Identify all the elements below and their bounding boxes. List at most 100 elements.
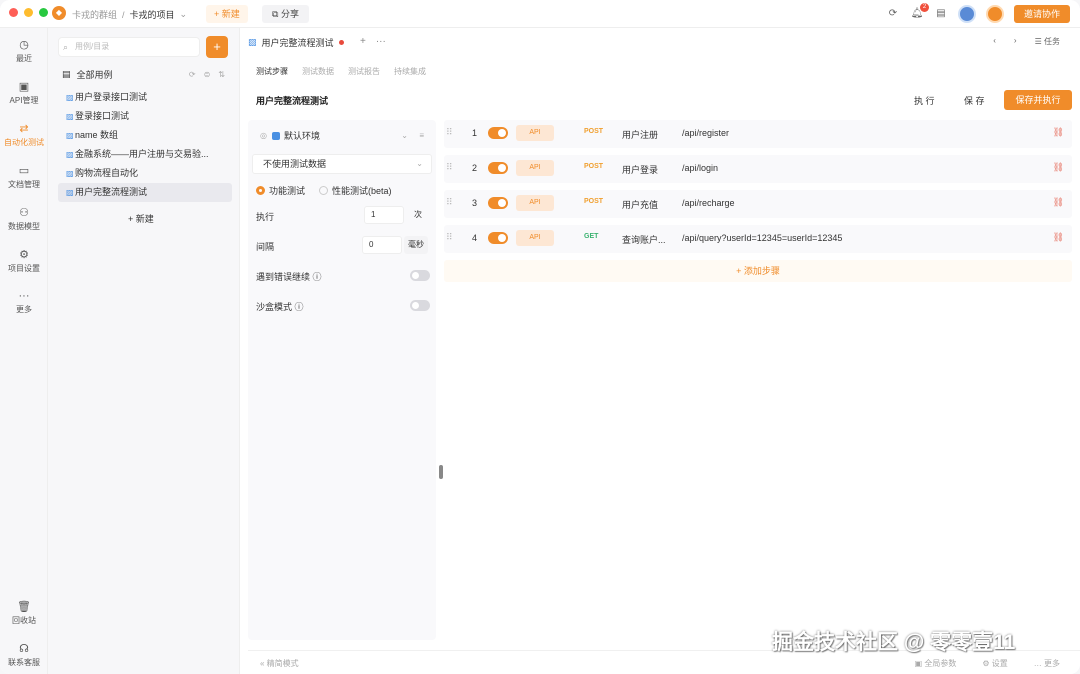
tree-root[interactable]: ▤ 全部用例 xyxy=(62,68,113,81)
exec-count-input[interactable]: 1 xyxy=(364,206,404,224)
rail-item-more[interactable]: ··· 更多 xyxy=(0,290,48,315)
continue-on-error-toggle[interactable] xyxy=(410,270,430,281)
add-case-button[interactable]: + xyxy=(206,36,228,58)
interval-input[interactable]: 0 xyxy=(362,236,402,254)
tab-test-data[interactable]: 测试数据 xyxy=(302,66,334,77)
interval-unit-select[interactable]: 毫秒 xyxy=(404,236,428,254)
step-enable-toggle[interactable] xyxy=(488,197,508,209)
tree-item[interactable]: ▨ 用户登录接口测试 xyxy=(58,88,232,107)
step-type-badge: API xyxy=(516,195,554,211)
unsaved-dot xyxy=(338,40,344,45)
model-icon: ⚇ xyxy=(19,207,29,219)
step-name: 用户登录 xyxy=(622,165,659,175)
page-title: 用户完整流程测试 xyxy=(256,96,329,106)
filter-icon[interactable]: ⊜ xyxy=(204,70,211,79)
tasks-button[interactable]: ☰ 任务 xyxy=(1035,36,1060,47)
sandbox-toggle[interactable] xyxy=(410,300,430,311)
search-input[interactable]: ⌕ 用例/目录 xyxy=(58,37,200,57)
document-tab[interactable]: ▨ 用户完整流程测试 xyxy=(248,36,344,49)
environment-select[interactable]: ◎ 默认环境 ⌄ ≡ xyxy=(252,126,432,146)
equals-icon[interactable]: ≡ xyxy=(419,126,424,146)
tree-item[interactable]: ▨ 登录接口测试 xyxy=(58,107,232,126)
http-method: GET xyxy=(584,233,599,240)
tree-item-label: 金融系统——用户注册与交易验... xyxy=(75,149,209,159)
step-row[interactable]: ⠿ 1 API POST 用户注册 /api/register ⛓︎ xyxy=(444,120,1072,148)
tasks-label: 任务 xyxy=(1044,37,1060,46)
step-row[interactable]: ⠿ 3 API POST 用户充值 /api/recharge ⛓︎ xyxy=(444,190,1072,218)
nav-forward-icon[interactable]: › xyxy=(1014,36,1017,47)
save-button[interactable]: 保 存 xyxy=(964,94,985,107)
panel-resize-handle[interactable] xyxy=(439,465,443,479)
rail-item-recent[interactable]: ◷ 最近 xyxy=(0,38,48,64)
step-enable-toggle[interactable] xyxy=(488,232,508,244)
step-enable-toggle[interactable] xyxy=(488,127,508,139)
test-data-select[interactable]: 不使用测试数据 ⌄ xyxy=(252,154,432,174)
rail-label: 项目设置 xyxy=(8,264,40,273)
run-button[interactable]: 执 行 xyxy=(914,94,935,107)
chevron-down-icon: ⌄ xyxy=(416,159,423,168)
rail-item-docs[interactable]: ▭ 文档管理 xyxy=(0,164,48,190)
unlink-icon[interactable]: ⛓︎ xyxy=(1053,197,1064,208)
minimize-window-button[interactable] xyxy=(24,8,33,17)
step-enable-toggle[interactable] xyxy=(488,162,508,174)
tree-item[interactable]: ▨ 金融系统——用户注册与交易验... xyxy=(58,145,232,164)
avatar[interactable] xyxy=(957,5,976,23)
team-link[interactable]: 卡戎的群组 xyxy=(72,8,117,21)
inbox-icon[interactable]: ▤ xyxy=(934,7,948,21)
mode-perf-label: 性能测试(beta) xyxy=(332,186,392,196)
tree-item-label: 用户登录接口测试 xyxy=(75,92,148,102)
tab-test-steps[interactable]: 测试步骤 xyxy=(256,66,288,77)
unlink-icon[interactable]: ⛓︎ xyxy=(1053,232,1064,243)
rail-item-automation[interactable]: ⇄ 自动化测试 xyxy=(0,122,48,148)
more-button[interactable]: … 更多 xyxy=(1034,658,1060,669)
drag-handle-icon[interactable]: ⠿ xyxy=(446,197,453,208)
rail-item-api[interactable]: ▣ API管理 xyxy=(0,80,48,106)
avatar-secondary[interactable] xyxy=(985,5,1004,23)
step-type-badge: API xyxy=(516,160,554,176)
tab-menu-icon[interactable]: ··· xyxy=(376,36,386,47)
rail-item-support[interactable]: ☊ 联系客服 xyxy=(0,642,48,668)
radio-checked-icon xyxy=(256,186,265,195)
step-row[interactable]: ⠿ 2 API POST 用户登录 /api/login ⛓︎ xyxy=(444,155,1072,183)
sync-icon[interactable]: ⟳ xyxy=(886,7,900,21)
compact-mode-button[interactable]: « 精简模式 xyxy=(260,658,299,669)
share-button[interactable]: ⧉ 分享 xyxy=(262,5,309,23)
mode-performance-radio[interactable]: 性能测试(beta) xyxy=(319,184,392,197)
tree-item-active[interactable]: ▨ 用户完整流程测试 xyxy=(58,183,232,202)
refresh-icon[interactable]: ⟳ xyxy=(189,70,196,79)
step-row[interactable]: ⠿ 4 API GET 查询账户... /api/query?userId=12… xyxy=(444,225,1072,253)
drag-handle-icon[interactable]: ⠿ xyxy=(446,232,453,243)
help-icon[interactable]: ⓘ xyxy=(313,272,322,282)
chevron-down-icon[interactable]: ⌄ xyxy=(180,9,188,20)
new-button[interactable]: + 新建 xyxy=(206,5,248,23)
project-selector[interactable]: 卡戎的项目 xyxy=(130,8,175,21)
add-step-button[interactable]: + 添加步骤 xyxy=(444,260,1072,282)
nav-back-icon[interactable]: ‹ xyxy=(993,36,996,47)
add-tab-icon[interactable]: + xyxy=(360,36,366,47)
share-icon: ⧉ xyxy=(272,9,279,19)
settings-button[interactable]: ⚙ 设置 xyxy=(982,658,1007,669)
unlink-icon[interactable]: ⛓︎ xyxy=(1053,162,1064,173)
rail-item-trash[interactable]: 🗑︎ 回收站 xyxy=(0,600,48,626)
close-window-button[interactable] xyxy=(9,8,18,17)
global-params-button[interactable]: ▣ 全局参数 xyxy=(915,658,957,669)
save-and-run-button[interactable]: 保存并执行 xyxy=(1004,90,1072,110)
mode-functional-radio[interactable]: 功能测试 xyxy=(256,184,305,197)
rail-item-models[interactable]: ⚇ 数据模型 xyxy=(0,206,48,232)
tab-test-report[interactable]: 测试报告 xyxy=(348,66,380,77)
http-method: POST xyxy=(584,163,604,170)
drag-handle-icon[interactable]: ⠿ xyxy=(446,127,453,138)
tree-item[interactable]: ▨ name 数组 xyxy=(58,126,232,145)
rail-item-settings[interactable]: ⚙ 项目设置 xyxy=(0,248,48,274)
share-label: 分享 xyxy=(280,9,299,19)
sort-icon[interactable]: ⇅ xyxy=(218,70,225,79)
drag-handle-icon[interactable]: ⠿ xyxy=(446,162,453,173)
tree-new-button[interactable]: + 新建 xyxy=(128,212,154,225)
bell-icon[interactable]: 🔔︎ 2 xyxy=(910,3,929,21)
unlink-icon[interactable]: ⛓︎ xyxy=(1053,127,1064,138)
tab-ci[interactable]: 持续集成 xyxy=(394,66,426,77)
help-icon[interactable]: ⓘ xyxy=(295,302,304,312)
invite-button[interactable]: 邀请协作 xyxy=(1013,5,1070,23)
maximize-window-button[interactable] xyxy=(39,8,48,17)
tree-item[interactable]: ▨ 购物流程自动化 xyxy=(58,164,232,183)
